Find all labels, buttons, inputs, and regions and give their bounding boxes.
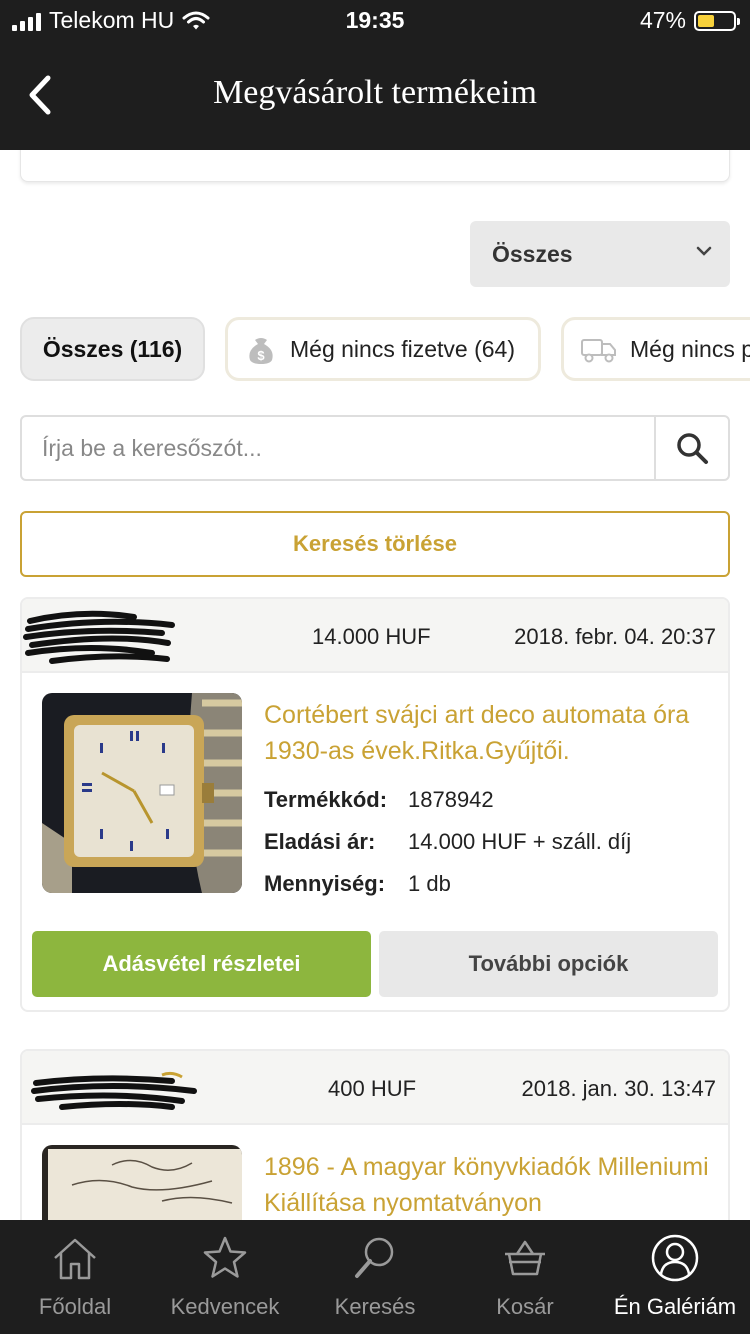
chip-label: Még nincs fizetve (64) [290, 335, 515, 362]
product-code-label: Termékkód: [264, 787, 388, 812]
tab-label: Én Galériám [613, 1294, 737, 1319]
filter-chips: Összes (116) $ Még nincs fizetve (64) Mé… [20, 317, 750, 381]
chip-unpaid[interactable]: $ Még nincs fizetve (64) [225, 317, 541, 381]
product-title-link[interactable]: 1896 - A magyar könyvkiadók Milleniumi K… [264, 1149, 714, 1220]
seller-name-redacted [31, 1071, 197, 1110]
order-card: 14.000 HUF 2018. febr. 04. 20:37 Cortébe… [20, 597, 730, 1012]
search-icon [355, 1237, 394, 1278]
watch-image [42, 693, 242, 893]
transaction-details-button[interactable]: Adásvétel részletei [32, 931, 371, 997]
product-thumbnail[interactable] [42, 1145, 242, 1220]
order-price: 14.000 HUF [312, 624, 431, 649]
sale-price-row: Eladási ár: 14.000 HUF + száll. díj [264, 829, 631, 855]
tab-label: Keresés [334, 1294, 416, 1319]
svg-text:$: $ [257, 348, 265, 363]
chip-label: Összes (116) [42, 335, 183, 362]
clear-search-button[interactable]: Keresés törlése [20, 511, 730, 577]
tab-my-gallery[interactable]: Én Galériám [600, 1220, 750, 1334]
tab-bar: Főoldal Kedvencek Keresés Kosár Én Galér… [0, 1220, 750, 1334]
quantity: 1 db [408, 871, 451, 896]
tab-favorites[interactable]: Kedvencek [150, 1220, 300, 1334]
sale-price: 14.000 HUF + száll. díj [408, 829, 632, 854]
order-header: 400 HUF 2018. jan. 30. 13:47 [22, 1051, 728, 1125]
tab-label: Kosár [496, 1294, 554, 1319]
sale-price-label: Eladási ár: [264, 829, 376, 854]
chip-label: Még nincs p [630, 335, 750, 362]
quantity-row: Mennyiség: 1 db [264, 871, 451, 897]
search-icon [677, 433, 708, 464]
basket-icon [505, 1240, 545, 1276]
truck-icon [581, 339, 616, 363]
tab-label: Kedvencek [170, 1294, 280, 1319]
money-bag-icon: $ [249, 338, 273, 364]
product-thumbnail[interactable] [42, 693, 242, 893]
tab-cart[interactable]: Kosár [450, 1220, 600, 1334]
status-filter-dropdown[interactable]: Összes [470, 221, 730, 287]
page-title: Megvásárolt termékeim [213, 74, 537, 111]
order-price: 400 HUF [328, 1076, 417, 1101]
document-image [42, 1145, 242, 1220]
chip-not-shipped[interactable]: Még nincs p [561, 317, 750, 381]
clock: 19:35 [345, 7, 405, 33]
chip-all[interactable]: Összes (116) [20, 317, 205, 381]
content-scroll[interactable]: Összes Összes (116) $ Még nincs fizetve … [0, 150, 750, 1220]
search-input[interactable] [22, 417, 656, 479]
home-icon [54, 1238, 96, 1280]
order-date: 2018. febr. 04. 20:37 [514, 624, 716, 649]
status-bar: Telekom HU 19:35 47% [0, 0, 750, 40]
more-options-button[interactable]: További opciók [379, 931, 718, 997]
battery-percent: 47% [639, 7, 686, 33]
product-title-link[interactable]: Cortébert svájci art deco automata óra 1… [264, 697, 714, 769]
seller-name-redacted [23, 610, 175, 664]
order-date: 2018. jan. 30. 13:47 [521, 1076, 717, 1101]
tab-home[interactable]: Főoldal [0, 1220, 150, 1334]
dropdown-value: Összes [492, 240, 573, 267]
nav-bar: Megvásárolt termékeim [0, 40, 750, 150]
product-code: 1878942 [408, 787, 494, 812]
product-code-row: Termékkód: 1878942 [264, 787, 494, 813]
user-icon [651, 1234, 699, 1282]
search-box [20, 415, 730, 481]
order-card: 400 HUF 2018. jan. 30. 13:47 1896 - A ma… [20, 1049, 730, 1220]
summary-card [20, 150, 730, 182]
quantity-label: Mennyiség: [264, 871, 386, 896]
order-header: 14.000 HUF 2018. febr. 04. 20:37 [22, 599, 728, 673]
tab-label: Főoldal [38, 1294, 112, 1319]
status-right: 47% [639, 7, 740, 34]
battery-icon [694, 10, 740, 31]
chevron-down-icon [696, 246, 712, 256]
tab-search[interactable]: Keresés [300, 1220, 450, 1334]
star-icon [203, 1236, 247, 1278]
search-button[interactable] [654, 417, 728, 479]
